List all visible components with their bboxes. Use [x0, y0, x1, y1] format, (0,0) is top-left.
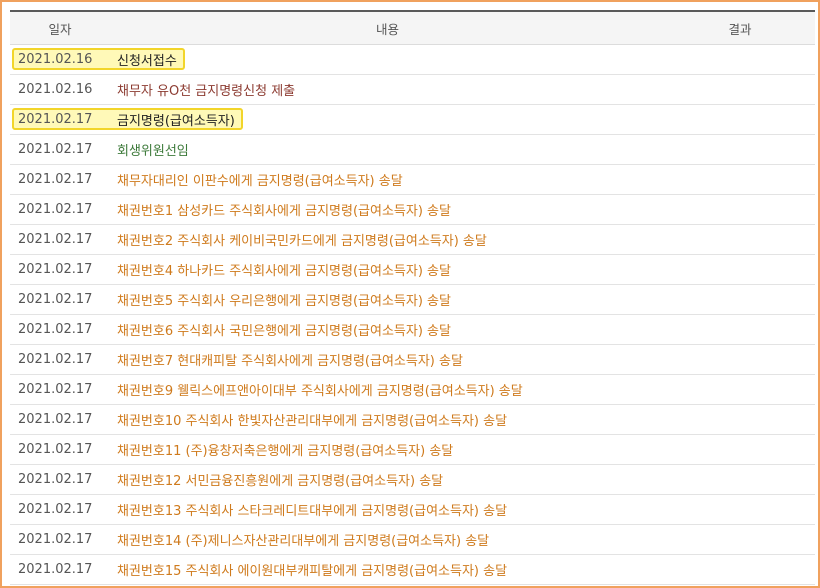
row-date: 2021.02.17 — [18, 142, 93, 157]
table-row: 2021.02.17 채권번호9 웰릭스에프앤아이대부 주식회사에게 금지명령(급… — [10, 375, 815, 405]
row-content: 금지명령(급여소득자) — [117, 114, 235, 129]
table-body: 2021.02.16 신청서접수 2021.02.16 채무자 유O천 금지명령신청 … — [10, 45, 815, 585]
row-content: 채권번호13 주식회사 스타크레디트대부에게 금지명령(급여소득자) 송달 — [117, 504, 508, 519]
row-content: 채무자대리인 이판수에게 금지명령(급여소득자) 송달 — [117, 174, 403, 189]
row-date: 2021.02.17 — [18, 382, 93, 397]
row-date: 2021.02.16 — [18, 82, 93, 97]
row-date: 2021.02.17 — [18, 442, 93, 457]
table-row: 2021.02.17 채권번호1 삼성카드 주식회사에게 금지명령(급여소득자) … — [10, 195, 815, 225]
row-date: 2021.02.17 — [18, 352, 93, 367]
table-row: 2021.02.17 채권번호12 서민금융진흥원에게 금지명령(급여소득자) 송… — [10, 465, 815, 495]
table-row: 2021.02.17 채권번호15 주식회사 에이원대부캐피탈에게 금지명령(급여… — [10, 555, 815, 585]
row-date: 2021.02.17 — [18, 562, 93, 577]
row-content: 채권번호5 주식회사 우리은행에게 금지명령(급여소득자) 송달 — [117, 294, 451, 309]
row-content: 채권번호6 주식회사 국민은행에게 금지명령(급여소득자) 송달 — [117, 324, 451, 339]
screenshot-frame: 일자 내용 결과 2021.02.16 신청서접수 2021.02.16 채무자 유O… — [0, 0, 820, 588]
row-date: 2021.02.17 — [18, 292, 93, 307]
row-content: 채권번호7 현대캐피탈 주식회사에게 금지명령(급여소득자) 송달 — [117, 354, 463, 369]
table-row: 2021.02.17 채권번호7 현대캐피탈 주식회사에게 금지명령(급여소득자)… — [10, 345, 815, 375]
row-content: 채권번호1 삼성카드 주식회사에게 금지명령(급여소득자) 송달 — [117, 204, 451, 219]
table-row: 2021.02.17 채무자대리인 이판수에게 금지명령(급여소득자) 송달 — [10, 165, 815, 195]
row-date: 2021.02.17 — [18, 532, 93, 547]
row-date: 2021.02.17 — [18, 412, 93, 427]
header-date: 일자 — [48, 21, 72, 37]
table-header: 일자 내용 결과 — [10, 10, 815, 45]
table-row: 2021.02.17 채권번호5 주식회사 우리은행에게 금지명령(급여소득자) … — [10, 285, 815, 315]
row-content: 신청서접수 — [117, 54, 177, 69]
row-content: 채권번호12 서민금융진흥원에게 금지명령(급여소득자) 송달 — [117, 474, 444, 489]
row-content: 채권번호14 (주)제니스자산관리대부에게 금지명령(급여소득자) 송달 — [117, 534, 490, 549]
table-row: 2021.02.16 채무자 유O천 금지명령신청 제출 — [10, 75, 815, 105]
table-row: 2021.02.17 채권번호10 주식회사 한빛자산관리대부에게 금지명령(급여… — [10, 405, 815, 435]
table-row: 2021.02.17 금지명령(급여소득자) — [10, 105, 815, 135]
row-content: 채무자 유O천 금지명령신청 제출 — [117, 84, 296, 99]
row-content: 채권번호2 주식회사 케이비국민카드에게 금지명령(급여소득자) 송달 — [117, 234, 487, 249]
table-row: 2021.02.17 채권번호11 (주)융창저축은행에게 금지명령(급여소득자)… — [10, 435, 815, 465]
row-date: 2021.02.17 — [18, 232, 93, 247]
row-date: 2021.02.17 — [18, 202, 93, 217]
row-content: 채권번호9 웰릭스에프앤아이대부 주식회사에게 금지명령(급여소득자) 송달 — [117, 384, 523, 399]
row-content: 채권번호15 주식회사 에이원대부캐피탈에게 금지명령(급여소득자) 송달 — [117, 564, 508, 579]
row-date: 2021.02.16 — [18, 52, 93, 67]
case-progress-table: 일자 내용 결과 2021.02.16 신청서접수 2021.02.16 채무자 유O… — [10, 10, 815, 585]
row-content: 채권번호10 주식회사 한빛자산관리대부에게 금지명령(급여소득자) 송달 — [117, 414, 508, 429]
row-date: 2021.02.17 — [18, 172, 93, 187]
table-row: 2021.02.17 채권번호14 (주)제니스자산관리대부에게 금지명령(급여소… — [10, 525, 815, 555]
table-row: 2021.02.17 채권번호6 주식회사 국민은행에게 금지명령(급여소득자) … — [10, 315, 815, 345]
table-row: 2021.02.17 채권번호4 하나카드 주식회사에게 금지명령(급여소득자) … — [10, 255, 815, 285]
row-date: 2021.02.17 — [18, 472, 93, 487]
header-result: 결과 — [728, 21, 752, 37]
row-content: 채권번호11 (주)융창저축은행에게 금지명령(급여소득자) 송달 — [117, 444, 454, 459]
header-content: 내용 — [375, 21, 399, 37]
row-content: 회생위원선임 — [117, 144, 189, 159]
table-row: 2021.02.17 회생위원선임 — [10, 135, 815, 165]
row-date: 2021.02.17 — [18, 322, 93, 337]
row-date: 2021.02.17 — [18, 502, 93, 517]
table-row: 2021.02.16 신청서접수 — [10, 45, 815, 75]
row-date: 2021.02.17 — [18, 112, 93, 127]
row-content: 채권번호4 하나카드 주식회사에게 금지명령(급여소득자) 송달 — [117, 264, 451, 279]
row-date: 2021.02.17 — [18, 262, 93, 277]
table-row: 2021.02.17 채권번호2 주식회사 케이비국민카드에게 금지명령(급여소득… — [10, 225, 815, 255]
table-row: 2021.02.17 채권번호13 주식회사 스타크레디트대부에게 금지명령(급여… — [10, 495, 815, 525]
